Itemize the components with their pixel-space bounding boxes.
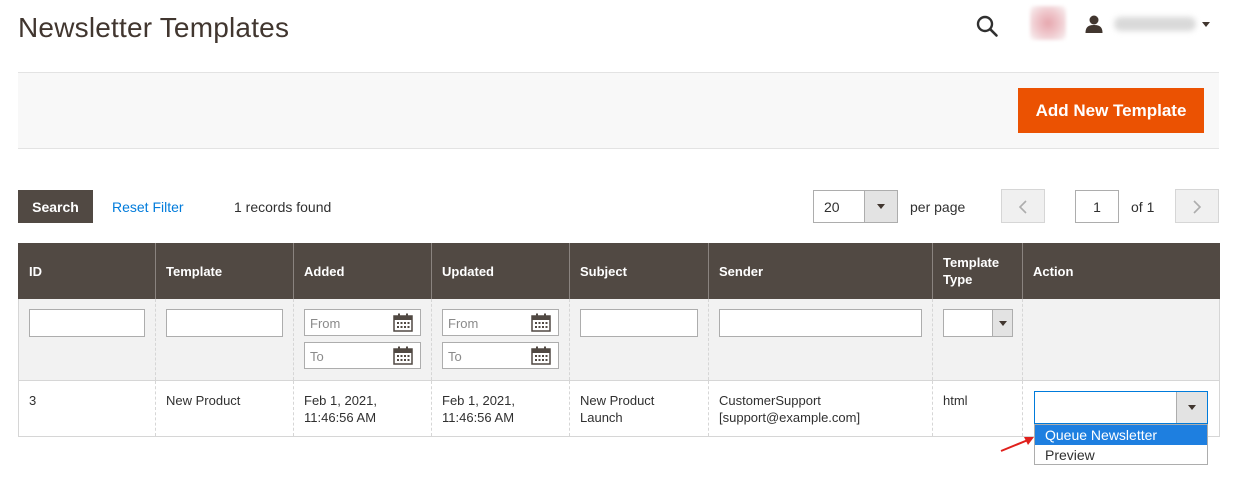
cell-sender-name: CustomerSupport [719,392,821,408]
filter-cell-subject [569,299,709,381]
chevron-down-icon[interactable] [992,310,1012,336]
user-name [1114,17,1196,31]
per-page-select[interactable]: 20 [813,190,898,223]
previous-page-button[interactable] [1001,189,1045,223]
cell-added-time: 11:46:56 AM [304,409,377,425]
page-title: Newsletter Templates [18,12,290,43]
action-option-preview[interactable]: Preview [1035,445,1207,465]
cell-updated-date: Feb 1, 2021, [442,392,515,408]
chevron-down-icon[interactable] [1176,392,1207,423]
filter-cell-added: From To [293,299,432,381]
date-from-placeholder: From [310,316,341,331]
column-header-template-type[interactable]: Template Type [932,243,1023,299]
search-icon[interactable] [975,14,999,38]
next-page-button[interactable] [1175,189,1219,223]
calendar-icon[interactable] [531,346,551,365]
date-to-placeholder: To [310,349,324,364]
filter-row: From To From To [18,299,1220,381]
cell-subject-line: Launch [580,409,623,425]
add-new-template-button[interactable]: Add New Template [1018,88,1204,133]
chevron-down-icon[interactable] [864,191,897,222]
filter-sender-input[interactable] [719,309,922,337]
page-total-label: of 1 [1131,199,1155,215]
cell-sender-email: [support@example.com] [719,409,861,425]
column-header-updated[interactable]: Updated [431,243,570,299]
cell-added-date: Feb 1, 2021, [304,392,377,408]
filter-cell-action [1022,299,1220,381]
records-found-text: 1 records found [234,199,332,215]
chevron-right-icon [1193,200,1202,214]
search-button[interactable]: Search [18,190,93,223]
user-account-menu[interactable] [1084,12,1210,36]
filter-updated-from-input[interactable]: From [442,309,559,336]
filter-cell-template [155,299,294,381]
reset-filter-link[interactable]: Reset Filter [112,199,184,215]
store-avatar[interactable] [1030,6,1066,40]
row-action-dropdown-menu: Queue Newsletter Preview [1034,424,1208,465]
column-header-id[interactable]: ID [18,243,156,299]
filter-cell-id [18,299,156,381]
cell-template: New Product [155,380,294,437]
user-icon [1085,15,1103,33]
calendar-icon[interactable] [393,313,413,332]
column-header-template[interactable]: Template [155,243,294,299]
current-page-input[interactable]: 1 [1075,190,1119,223]
date-to-placeholder: To [448,349,462,364]
calendar-icon[interactable] [393,346,413,365]
cell-subject-line: New Product [580,392,655,408]
column-header-subject[interactable]: Subject [569,243,709,299]
per-page-value: 20 [824,199,840,215]
cell-updated-time: 11:46:56 AM [442,409,515,425]
cell-template-type: html [932,380,1023,437]
cell-subject: New Product Launch [569,380,709,437]
filter-added-to-input[interactable]: To [304,342,421,369]
filter-cell-template-type [932,299,1023,381]
cell-id: 3 [18,380,156,437]
column-header-added[interactable]: Added [293,243,432,299]
filter-template-input[interactable] [166,309,283,337]
action-option-queue-newsletter[interactable]: Queue Newsletter [1035,425,1207,445]
chevron-down-icon [1202,21,1210,27]
column-header-sender[interactable]: Sender [708,243,933,299]
per-page-label: per page [910,199,966,215]
filter-template-type-select[interactable] [943,309,1013,337]
row-action-select[interactable] [1034,391,1208,424]
filter-subject-input[interactable] [580,309,698,337]
filter-id-input[interactable] [29,309,145,337]
column-header-action: Action [1022,243,1220,299]
cell-added: Feb 1, 2021, 11:46:56 AM [293,380,432,437]
cell-updated: Feb 1, 2021, 11:46:56 AM [431,380,570,437]
date-from-placeholder: From [448,316,479,331]
filter-added-from-input[interactable]: From [304,309,421,336]
filter-cell-sender [708,299,933,381]
cell-sender: CustomerSupport [support@example.com] [708,380,933,437]
filter-cell-updated: From To [431,299,570,381]
calendar-icon[interactable] [531,313,551,332]
filter-updated-to-input[interactable]: To [442,342,559,369]
annotation-arrow-icon [1000,437,1034,452]
chevron-left-icon [1018,200,1027,214]
